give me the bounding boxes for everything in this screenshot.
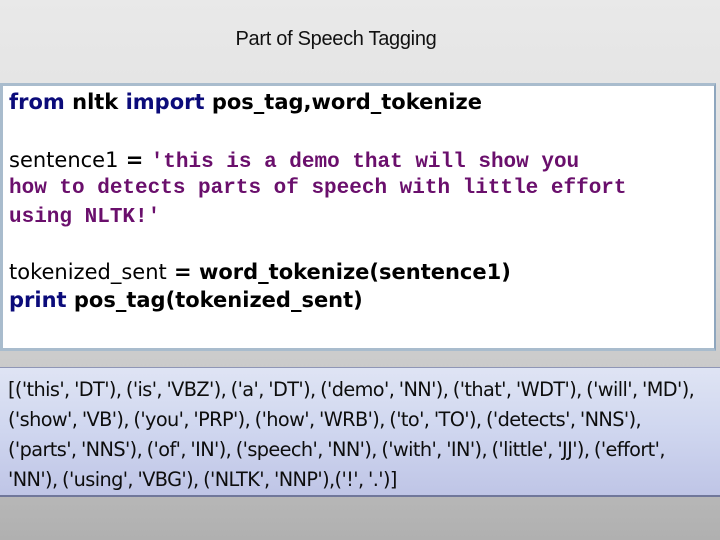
- keyword-import: import: [125, 90, 205, 114]
- output-block: [('this', 'DT'), ('is', 'VBZ'), ('a', 'D…: [0, 367, 720, 497]
- string-literal-part1: 'this is a demo that will show you: [150, 151, 580, 174]
- code-line-string-end: using NLTK!': [9, 206, 160, 229]
- string-literal-part2: how to detects parts of speech with litt…: [9, 177, 627, 200]
- module-name: nltk: [64, 90, 126, 114]
- slide-title: Part of Speech Tagging: [235, 28, 437, 50]
- assign-operator: =: [118, 148, 151, 172]
- assign-operator: =: [166, 260, 199, 284]
- output-text: [('this', 'DT'), ('is', 'VBZ'), ('a', 'D…: [8, 378, 695, 491]
- string-literal-part3: using NLTK!': [9, 206, 161, 229]
- variable-tokenized-sent: tokenized_sent: [9, 260, 167, 284]
- code-block: from nltk import pos_tag,word_tokenize s…: [0, 83, 716, 351]
- code-line-import: from nltk import pos_tag,word_tokenize: [9, 90, 482, 114]
- code-line-string-cont: how to detects parts of speech with litt…: [9, 177, 627, 200]
- word-tokenize-call: word_tokenize(sentence1): [198, 260, 511, 284]
- code-line-sentence-assign: sentence1 = 'this is a demo that will sh…: [9, 148, 579, 174]
- variable-sentence1: sentence1: [9, 148, 119, 172]
- imported-names: pos_tag,word_tokenize: [204, 90, 482, 114]
- code-line-tokenize: tokenized_sent = word_tokenize(sentence1…: [9, 260, 511, 284]
- keyword-from: from: [9, 90, 65, 114]
- pos-tag-call: pos_tag(tokenized_sent): [66, 288, 363, 312]
- code-line-print: print pos_tag(tokenized_sent): [9, 288, 363, 312]
- keyword-print: print: [9, 288, 67, 312]
